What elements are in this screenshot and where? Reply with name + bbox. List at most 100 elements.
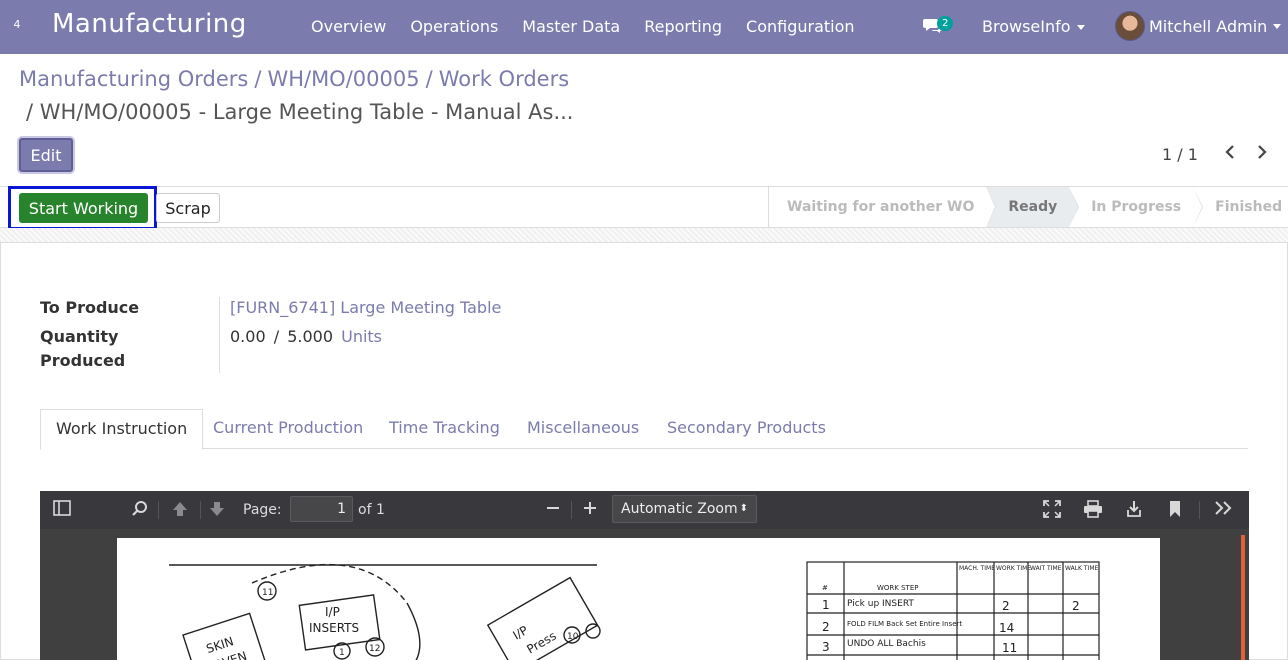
- table-header: WAIT TIME: [1030, 565, 1062, 572]
- menu-reporting[interactable]: Reporting: [644, 17, 722, 36]
- tab-work-instruction[interactable]: Work Instruction: [40, 409, 204, 450]
- breadcrumb-mo[interactable]: WH/MO/00005: [267, 67, 419, 91]
- pager-value[interactable]: 1 / 1: [1162, 145, 1198, 164]
- doc-text: 12: [369, 644, 380, 654]
- chevron-down-icon: [1273, 23, 1282, 29]
- download-icon[interactable]: [1124, 500, 1144, 520]
- table-cell: 2: [822, 620, 830, 634]
- breadcrumb-current: / WH/MO/00005 - Large Meeting Table - Ma…: [26, 100, 574, 124]
- stage-label: Ready: [1008, 199, 1058, 215]
- to-produce-label: To Produce: [40, 298, 140, 317]
- table-cell: 2: [1072, 599, 1080, 613]
- doc-text: 10: [567, 632, 579, 642]
- stage-label: Waiting for another WO: [787, 199, 975, 215]
- table-cell: 11: [1002, 641, 1017, 655]
- page-label: Page:: [243, 502, 282, 518]
- stage-pipeline: Waiting for another WO Ready In Progress…: [768, 187, 1288, 227]
- top-navbar: 4 Manufacturing Overview Operations Mast…: [0, 0, 1288, 54]
- table-cell: UNDO ALL Bachis: [847, 639, 926, 649]
- menu-overview[interactable]: Overview: [311, 17, 386, 36]
- table-cell: 1: [822, 598, 830, 612]
- tab-time-tracking[interactable]: Time Tracking: [389, 409, 500, 449]
- scanned-work-diagram: SKIN OVEN I/P INSERTS I/P Press 11 12 1 …: [169, 561, 1100, 660]
- breadcrumb-separator: /: [254, 67, 262, 91]
- sidebar-toggle-icon[interactable]: [52, 500, 72, 520]
- quantity-produced-value: 0.00 / 5.000 Units: [230, 327, 382, 346]
- search-icon[interactable]: [130, 500, 150, 520]
- apps-menu-toggle[interactable]: 4: [10, 18, 24, 31]
- scrap-button[interactable]: Scrap: [156, 193, 220, 223]
- field-divider: [219, 297, 220, 373]
- user-name: Mitchell Admin: [1149, 16, 1268, 36]
- menu-configuration[interactable]: Configuration: [746, 17, 855, 36]
- pdf-scrollbar[interactable]: [1241, 535, 1245, 660]
- table-cell: Pick up INSERT: [847, 599, 914, 609]
- doc-text: I/P: [325, 605, 340, 619]
- pdf-viewer: Page: 1 of 1 Automatic Zoom ⬍ SKIN I/P I…: [40, 491, 1249, 660]
- stage-waiting[interactable]: Waiting for another WO: [769, 187, 997, 227]
- stage-in-progress[interactable]: In Progress: [1069, 187, 1204, 227]
- table-header: WORK TIME: [996, 565, 1031, 572]
- menu-operations[interactable]: Operations: [410, 17, 498, 36]
- doc-text: INSERTS: [309, 621, 359, 635]
- company-switcher[interactable]: BrowseInfo: [982, 17, 1085, 36]
- to-produce-product-link[interactable]: [FURN_6741] Large Meeting Table: [230, 298, 501, 317]
- tools-icon[interactable]: [1214, 500, 1234, 520]
- app-brand[interactable]: Manufacturing: [52, 9, 247, 39]
- form-sheet: To Produce Quantity Produced [FURN_6741]…: [0, 242, 1288, 660]
- control-panel: Manufacturing Orders / WH/MO/00005/Work Or…: [0, 54, 1288, 186]
- edit-button[interactable]: Edit: [19, 138, 73, 172]
- page-count: of 1: [358, 502, 385, 518]
- print-icon[interactable]: [1083, 500, 1103, 520]
- company-name: BrowseInfo: [982, 17, 1071, 36]
- stage-ready[interactable]: Ready: [986, 187, 1080, 227]
- table-cell: 3: [822, 640, 830, 654]
- previous-page-icon[interactable]: [170, 500, 190, 520]
- pager-previous-icon[interactable]: [1222, 144, 1238, 164]
- start-working-button[interactable]: Start Working: [19, 193, 148, 223]
- table-cell: FOLD FILM Back Set Entire Insert: [847, 620, 962, 628]
- stage-finished[interactable]: Finished: [1193, 187, 1288, 227]
- tab-miscellaneous[interactable]: Miscellaneous: [527, 409, 639, 449]
- quantity-produced-label-2: Produced: [40, 351, 126, 370]
- zoom-in-icon[interactable]: [580, 500, 600, 520]
- doc-text: 1: [339, 648, 345, 658]
- sheet-background: [0, 228, 1288, 242]
- qty-total: 5.000: [287, 327, 334, 346]
- pdf-toolbar: Page: 1 of 1 Automatic Zoom ⬍: [40, 491, 1249, 529]
- table-cell: 14: [999, 621, 1014, 635]
- quantity-produced-label-1: Quantity: [40, 327, 119, 346]
- qty-produced: 0.00: [230, 327, 266, 346]
- select-arrows-icon: ⬍: [739, 503, 748, 514]
- doc-text: 11: [262, 588, 273, 598]
- chat-count-badge: 2: [937, 16, 954, 31]
- zoom-out-icon[interactable]: [543, 500, 563, 520]
- form-statusbar: Start Working Scrap Waiting for another …: [0, 186, 1288, 230]
- breadcrumb-work-orders[interactable]: Work Orders: [439, 67, 569, 91]
- tab-current-production[interactable]: Current Production: [213, 409, 363, 449]
- table-header: WORK STEP: [877, 584, 918, 592]
- page-number-input[interactable]: 1: [290, 496, 353, 522]
- next-page-icon[interactable]: [207, 500, 227, 520]
- breadcrumb-manufacturing-orders[interactable]: Manufacturing Orders: [19, 67, 248, 91]
- breadcrumb: Manufacturing Orders / WH/MO/00005/Work Or…: [19, 67, 569, 91]
- user-menu[interactable]: Mitchell Admin: [1115, 11, 1282, 41]
- notebook-tabs: Work Instruction Current Production Time…: [40, 409, 1248, 450]
- stage-label: Finished: [1215, 199, 1283, 215]
- table-header: #: [822, 584, 828, 592]
- avatar: [1115, 11, 1145, 41]
- qty-separator: /: [273, 327, 280, 346]
- qty-uom-link[interactable]: Units: [341, 327, 382, 346]
- table-cell: 2: [1002, 599, 1010, 613]
- presentation-mode-icon[interactable]: [1042, 500, 1062, 520]
- zoom-value: Automatic Zoom: [621, 501, 738, 517]
- menu-master-data[interactable]: Master Data: [522, 17, 620, 36]
- table-header: WALK TIME: [1065, 565, 1099, 572]
- pager-next-icon[interactable]: [1254, 144, 1270, 164]
- pdf-page: SKIN OVEN I/P INSERTS I/P Press 11 12 1 …: [117, 538, 1160, 660]
- zoom-select[interactable]: Automatic Zoom ⬍: [612, 495, 757, 523]
- stage-label: In Progress: [1091, 199, 1182, 215]
- messaging-button[interactable]: 2: [923, 16, 963, 38]
- bookmark-icon[interactable]: [1165, 500, 1185, 520]
- tab-secondary-products[interactable]: Secondary Products: [667, 409, 826, 449]
